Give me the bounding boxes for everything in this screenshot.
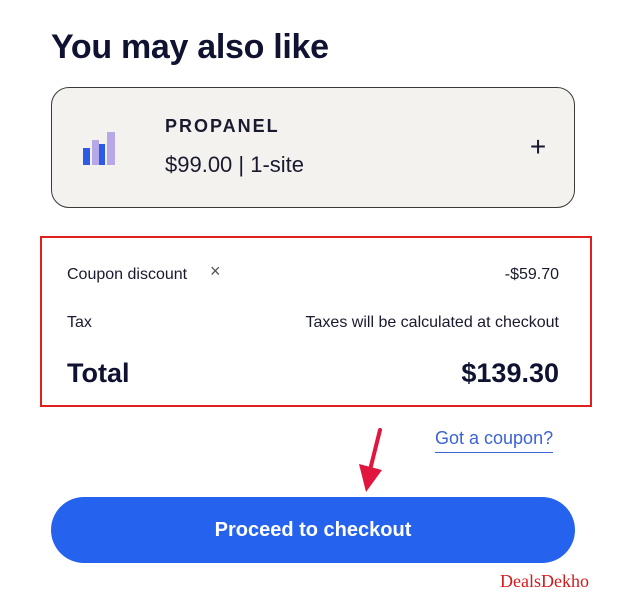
tax-value: Taxes will be calculated at checkout: [305, 314, 559, 331]
red-arrow-annotation-icon: [359, 428, 382, 492]
add-product-button[interactable]: +: [524, 133, 552, 162]
got-coupon-link[interactable]: Got a coupon?: [435, 428, 554, 453]
watermark: DealsDekho: [500, 571, 589, 591]
product-price: $99.00 | 1-site: [165, 152, 305, 177]
coupon-discount-value: -$59.70: [504, 266, 559, 283]
bar-chart-logo-icon: [83, 132, 115, 165]
section-title: You may also like: [51, 28, 329, 66]
order-summary: Coupon discount × -$59.70 Tax Taxes will…: [40, 236, 592, 407]
product-name: PROPANEL: [165, 116, 280, 136]
total-value: $139.30: [461, 358, 559, 388]
proceed-to-checkout-button[interactable]: Proceed to checkout: [51, 497, 575, 563]
product-card-propanel[interactable]: PROPANEL $99.00 | 1-site +: [51, 87, 575, 208]
tax-label: Tax: [67, 314, 92, 331]
coupon-discount-label: Coupon discount: [67, 266, 188, 283]
remove-coupon-icon[interactable]: ×: [210, 262, 221, 280]
total-label: Total: [67, 358, 130, 388]
